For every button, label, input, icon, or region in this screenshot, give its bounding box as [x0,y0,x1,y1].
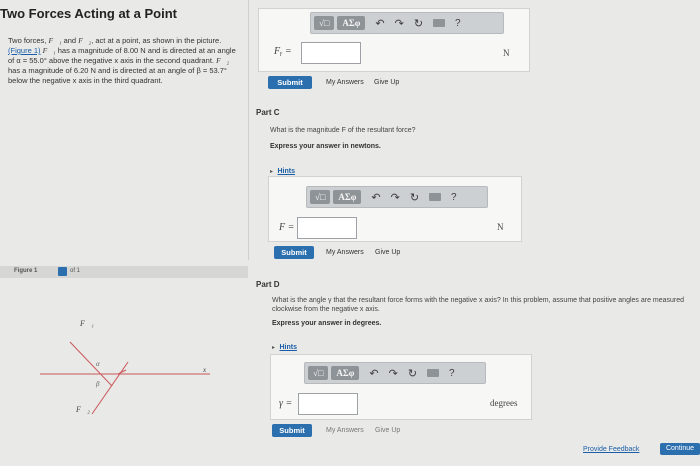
figure-link[interactable]: (Figure 1) [8,46,41,55]
redo-icon[interactable]: ↷ [389,367,398,380]
part-c-hints-label[interactable]: Hints [277,168,295,175]
part-b-variable: Fᵧ = [274,46,292,57]
redo-icon[interactable]: ↷ [395,17,404,30]
part-b-toolbar: √□ AΣφ ↶ ↷ ↻ ? [310,12,504,34]
column-divider [248,0,249,260]
beta-label: β [95,380,100,388]
keyboard-icon[interactable] [427,369,440,377]
part-d-label: Part D [256,280,280,289]
part-d-question: What is the angle γ that the resultant f… [272,297,685,313]
problem-statement: Two forces, F⃗₁ and F⃗₂, act at a point,… [8,36,238,86]
f1-symbol-2: F⃗₁ [42,46,56,55]
part-d-my-answers[interactable]: My Answers [326,427,364,434]
help-icon[interactable]: ? [449,368,455,379]
templates-button[interactable]: √□ [308,366,329,380]
hints-chevron-icon: ▸ [270,169,274,175]
part-c-question: What is the magnitude F of the resultant… [270,127,416,134]
part-c-submit-button[interactable]: Submit [274,246,314,259]
figure-nav-button[interactable] [58,267,67,276]
part-d-instruction: Express your answer in degrees. [272,320,382,327]
part-c-variable: F = [279,222,295,233]
reset-icon[interactable]: ↻ [414,17,423,30]
part-d-unit: degrees [490,398,518,408]
part-b-unit: N [503,48,510,58]
x-axis-label: x [202,366,207,374]
figure-page-count: of 1 [70,268,81,274]
templates-button[interactable]: √□ [314,16,335,30]
keyboard-icon[interactable] [429,193,442,201]
part-b-my-answers[interactable]: My Answers [326,79,364,86]
part-c-input[interactable] [297,217,357,239]
part-c-unit: N [497,222,504,232]
continue-button[interactable]: Continue [660,443,700,455]
symbols-button[interactable]: AΣφ [331,366,360,380]
reset-icon[interactable]: ↻ [408,367,417,380]
problem-text-1: Two forces, [8,36,47,45]
part-d-submit-button[interactable]: Submit [272,424,312,437]
part-d-variable: γ = [279,398,293,409]
f2-symbol-2: F⃗₂ [216,56,230,65]
hints-chevron-icon: ▸ [272,345,276,351]
help-icon[interactable]: ? [451,192,457,203]
part-d-hints[interactable]: ▸ Hints [272,336,297,354]
part-d-toolbar: √□ AΣφ ↶ ↷ ↻ ? [304,362,486,384]
keyboard-icon[interactable] [433,19,446,27]
part-c-my-answers[interactable]: My Answers [326,249,364,256]
part-d-input[interactable] [298,393,358,415]
problem-text-3: has a magnitude of 6.20 N and is directe… [8,66,227,85]
redo-icon[interactable]: ↷ [391,191,400,204]
f2-symbol: F⃗₂ [78,36,92,45]
part-b-submit-button[interactable]: Submit [268,76,312,89]
undo-icon[interactable]: ↶ [375,17,384,30]
f2-label: F⃗₂ [75,405,90,414]
symbols-button[interactable]: AΣφ [337,16,366,30]
alpha-label: α [96,360,100,368]
force-diagram: x F⃗₁ F⃗₂ α β [40,319,210,415]
part-c-instruction: Express your answer in newtons. [270,143,381,150]
problem-text-1b: , act at a point, as shown in the pictur… [91,36,222,45]
part-d-hints-label[interactable]: Hints [279,344,297,351]
part-b-give-up[interactable]: Give Up [374,79,399,86]
f1-label: F⃗₁ [79,319,94,328]
part-c-give-up[interactable]: Give Up [375,249,400,256]
templates-button[interactable]: √□ [310,190,331,204]
f2-vector [91,361,129,415]
page-title: Two Forces Acting at a Point [0,6,177,21]
part-b-input[interactable] [301,42,361,64]
part-c-toolbar: √□ AΣφ ↶ ↷ ↻ ? [306,186,488,208]
figure-title: Figure 1 [14,268,38,274]
undo-icon[interactable]: ↶ [371,191,380,204]
f1-vector [69,341,113,387]
problem-and: and [63,36,77,45]
f1-symbol: F⃗₁ [48,36,62,45]
reset-icon[interactable]: ↻ [410,191,419,204]
part-d-give-up[interactable]: Give Up [375,427,400,434]
part-c-label: Part C [256,108,280,117]
undo-icon[interactable]: ↶ [369,367,378,380]
help-icon[interactable]: ? [455,18,461,29]
provide-feedback-link[interactable]: Provide Feedback [583,446,639,453]
symbols-button[interactable]: AΣφ [333,190,362,204]
